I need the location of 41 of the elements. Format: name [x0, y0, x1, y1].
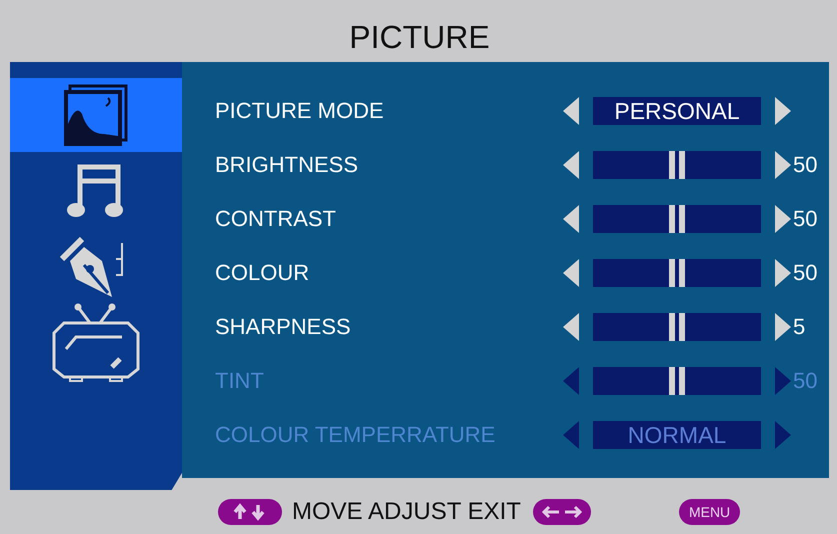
up-down-key-icon	[218, 499, 282, 525]
left-arrow-icon[interactable]	[563, 151, 579, 179]
slider-track[interactable]	[593, 259, 761, 287]
setting-label: BRIGHTNESS	[215, 152, 360, 178]
left-arrow-icon[interactable]	[563, 259, 579, 287]
right-arrow-icon[interactable]	[775, 205, 791, 233]
option-value[interactable]: PERSONAL	[593, 97, 761, 125]
setting-label: TINT	[215, 368, 265, 394]
setting-label: COLOUR TEMPERRATURE	[215, 422, 496, 448]
music-note-icon	[66, 163, 126, 219]
right-arrow-icon[interactable]	[775, 313, 791, 341]
menu-key[interactable]: MENU	[678, 499, 740, 525]
setting-value: 50	[793, 260, 818, 286]
slider-track[interactable]	[593, 151, 761, 179]
menu-title: PICTURE	[349, 18, 490, 57]
setting-label: COLOUR	[215, 260, 310, 286]
slider-thumb[interactable]	[669, 151, 685, 179]
setting-value: 50	[793, 152, 818, 178]
setting-value: 50	[793, 368, 818, 394]
setting-value: 50	[793, 206, 818, 232]
tv-icon	[50, 303, 142, 383]
right-arrow-icon[interactable]	[775, 97, 791, 125]
setting-label: CONTRAST	[215, 206, 337, 232]
left-arrow-icon[interactable]	[563, 205, 579, 233]
setting-value: 5	[793, 314, 806, 340]
left-arrow-icon[interactable]	[563, 97, 579, 125]
left-arrow-icon[interactable]	[563, 313, 579, 341]
sidebar-item[interactable]	[10, 78, 182, 152]
right-arrow-icon[interactable]	[775, 259, 791, 287]
left-right-key-icon	[532, 499, 591, 525]
right-arrow-icon[interactable]	[775, 151, 791, 179]
setting-label: SHARPNESS	[215, 314, 352, 340]
picture-icon	[64, 84, 128, 146]
slider-thumb[interactable]	[669, 313, 685, 341]
slider-track[interactable]	[593, 313, 761, 341]
slider-thumb[interactable]	[669, 205, 685, 233]
slider-thumb[interactable]	[669, 259, 685, 287]
slider-track[interactable]	[593, 367, 761, 395]
setting-label: PICTURE MODE	[215, 98, 385, 124]
key-hint: MOVE ADJUST EXIT	[292, 498, 521, 526]
slider-track[interactable]	[593, 205, 761, 233]
